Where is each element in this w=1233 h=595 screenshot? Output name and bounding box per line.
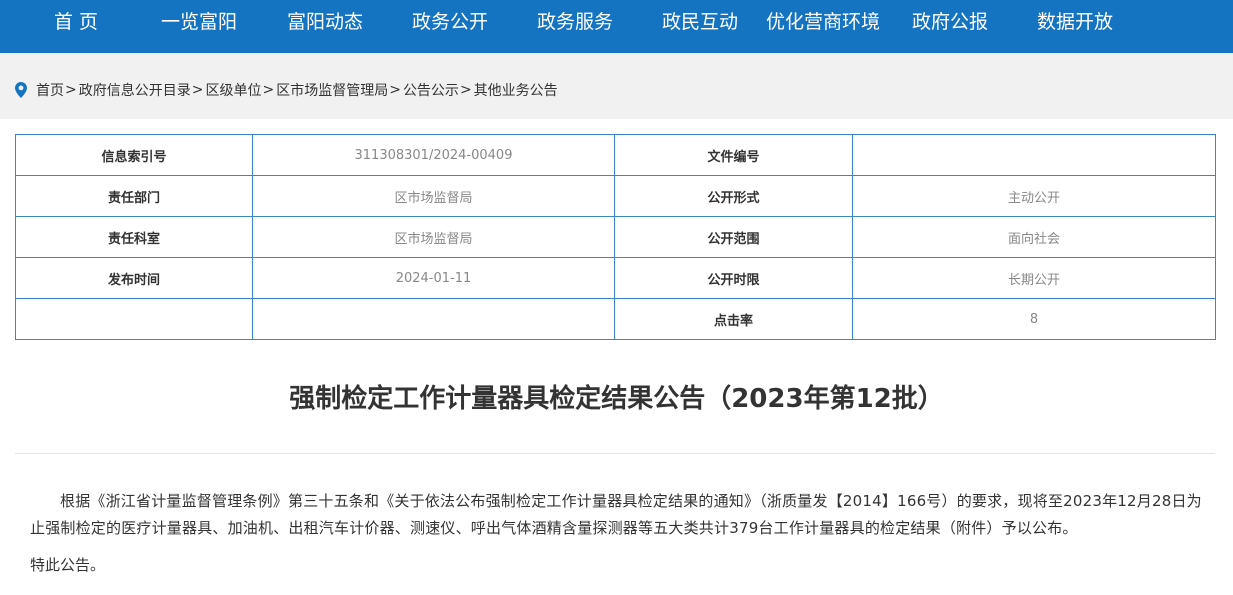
- publish-date-label: 发布时间: [15, 257, 253, 299]
- article-closing: 特此公告。: [30, 556, 106, 574]
- nav-business-environment[interactable]: 优化营商环境: [766, 0, 880, 53]
- index-number-value: 311308301/2024-00409: [252, 134, 615, 176]
- breadcrumb-separator: >: [389, 82, 401, 98]
- breadcrumb-separator: >: [65, 82, 77, 98]
- department-value: 区市场监督局: [252, 175, 615, 217]
- title-divider: [15, 453, 1215, 454]
- breadcrumb-disclosure-catalog[interactable]: 政府信息公开目录: [79, 80, 191, 100]
- breadcrumb-separator: >: [262, 82, 275, 98]
- document-number-value: [852, 134, 1216, 176]
- nav-open-data[interactable]: 数据开放: [1037, 0, 1113, 53]
- breadcrumb-home[interactable]: 首页: [36, 80, 64, 100]
- click-count-value: 8: [852, 298, 1216, 340]
- nav-news[interactable]: 富阳动态: [287, 0, 363, 53]
- article-paragraph: 根据《浙江省计量监督管理条例》第三十五条和《关于依法公布强制检定工作计量器具检定…: [30, 492, 1202, 537]
- department-label: 责任部门: [15, 175, 253, 217]
- publish-date-value: 2024-01-11: [252, 257, 615, 299]
- table-row: 发布时间 2024-01-11 公开时限 长期公开: [15, 257, 1216, 299]
- table-row: 点击率 8: [15, 298, 1216, 340]
- breadcrumb-separator: >: [191, 82, 204, 98]
- nav-overview[interactable]: 一览富阳: [161, 0, 237, 53]
- nav-gov-services[interactable]: 政务服务: [537, 0, 613, 53]
- top-navigation-bar: 首 页 一览富阳 富阳动态 政务公开 政务服务 政民互动 优化营商环境 政府公报…: [0, 0, 1233, 53]
- nav-home[interactable]: 首 页: [54, 0, 98, 53]
- breadcrumb-market-bureau[interactable]: 区市场监督管理局: [276, 80, 388, 100]
- breadcrumb-separator: >: [459, 82, 472, 98]
- nav-gov-disclosure[interactable]: 政务公开: [412, 0, 488, 53]
- disclosure-scope-value: 面向社会: [852, 216, 1216, 258]
- table-row: 责任部门 区市场监督局 公开形式 主动公开: [15, 175, 1216, 217]
- table-row: 责任科室 区市场监督局 公开范围 面向社会: [15, 216, 1216, 258]
- disclosure-form-value: 主动公开: [852, 175, 1216, 217]
- office-value: 区市场监督局: [252, 216, 615, 258]
- click-count-label: 点击率: [614, 298, 853, 340]
- document-info-table: 信息索引号 311308301/2024-00409 文件编号 责任部门 区市场…: [15, 134, 1216, 340]
- breadcrumb-other-notices[interactable]: 其他业务公告: [474, 80, 558, 100]
- breadcrumb-announcements[interactable]: 公告公示: [403, 80, 459, 100]
- disclosure-term-label: 公开时限: [614, 257, 853, 299]
- breadcrumb-bar: 首页 > 政府信息公开目录 > 区级单位 > 区市场监督管理局 > 公告公示 > 其他业务…: [0, 53, 1233, 119]
- nav-interaction[interactable]: 政民互动: [662, 0, 738, 53]
- breadcrumb: 首页 > 政府信息公开目录 > 区级单位 > 区市场监督管理局 > 公告公示 > 其他业务…: [14, 80, 558, 100]
- index-number-label: 信息索引号: [15, 134, 253, 176]
- disclosure-scope-label: 公开范围: [614, 216, 853, 258]
- location-pin-icon: [14, 82, 28, 98]
- office-label: 责任科室: [15, 216, 253, 258]
- empty-cell: [252, 298, 615, 340]
- document-number-label: 文件编号: [614, 134, 853, 176]
- nav-gazette[interactable]: 政府公报: [912, 0, 988, 53]
- empty-cell: [15, 298, 253, 340]
- disclosure-form-label: 公开形式: [614, 175, 853, 217]
- breadcrumb-district-units[interactable]: 区级单位: [205, 80, 261, 100]
- article-title: 强制检定工作计量器具检定结果公告（2023年第12批）: [289, 384, 944, 414]
- disclosure-term-value: 长期公开: [852, 257, 1216, 299]
- table-row: 信息索引号 311308301/2024-00409 文件编号: [15, 134, 1216, 176]
